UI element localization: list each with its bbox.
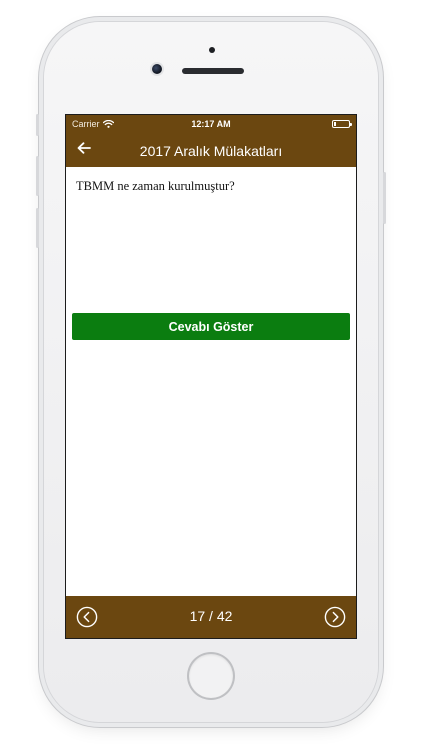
battery-icon — [332, 120, 352, 128]
arrow-left-icon — [77, 141, 91, 159]
page-indicator: 17 / 42 — [189, 608, 233, 624]
stage: Carrier 12:17 AM 2017 Aralık Mülakatları… — [0, 0, 422, 750]
power-button — [383, 172, 386, 224]
next-button[interactable] — [324, 606, 346, 628]
question-content: TBMM ne zaman kurulmuştur? Cevabı Göster — [66, 167, 356, 598]
volume-up-button — [36, 156, 39, 196]
battery-level — [334, 122, 336, 126]
proximity-sensor — [209, 47, 215, 53]
status-bar: Carrier 12:17 AM — [66, 115, 356, 133]
bottom-bar: 17 / 42 — [66, 596, 356, 638]
page-title: 2017 Aralık Mülakatları — [139, 143, 283, 159]
navigation-bar: 2017 Aralık Mülakatları — [66, 135, 356, 167]
volume-down-button — [36, 208, 39, 248]
front-camera — [152, 64, 162, 74]
earpiece-speaker — [182, 68, 244, 74]
phone-frame: Carrier 12:17 AM 2017 Aralık Mülakatları… — [36, 22, 386, 722]
show-answer-button[interactable]: Cevabı Göster — [72, 313, 350, 340]
chevron-right-circle-icon — [324, 606, 346, 628]
screen: Carrier 12:17 AM 2017 Aralık Mülakatları… — [65, 114, 357, 639]
silent-switch — [36, 114, 39, 136]
back-button[interactable] — [72, 138, 96, 162]
question-text: TBMM ne zaman kurulmuştur? — [76, 179, 235, 193]
top-bar: Carrier 12:17 AM 2017 Aralık Mülakatları — [66, 115, 356, 167]
home-button[interactable] — [189, 654, 233, 698]
status-time: 12:17 AM — [191, 119, 231, 129]
